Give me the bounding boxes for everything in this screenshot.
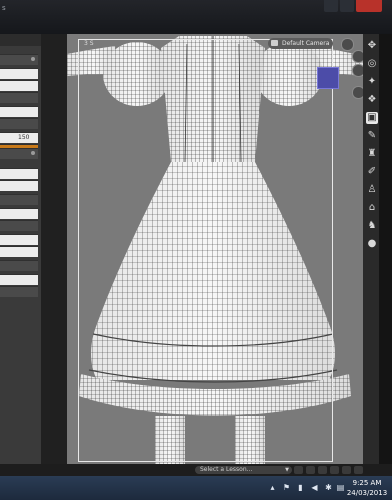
param-row[interactable] xyxy=(0,220,38,231)
light-tool-icon[interactable]: ♞ xyxy=(366,220,378,232)
param-row[interactable] xyxy=(0,260,38,271)
window-edge xyxy=(379,34,392,464)
region-navigator-icon[interactable]: ✎ xyxy=(366,130,378,142)
minimize-button[interactable] xyxy=(324,0,338,12)
param-row[interactable] xyxy=(0,92,38,103)
viewport-3d[interactable]: 3 S Default Camera xyxy=(67,34,365,464)
param-field[interactable] xyxy=(0,80,38,91)
lesson-back-button[interactable] xyxy=(306,466,315,474)
windows-taskbar: ▴ ⚑ ▮ ◀ ✱ ▤ 9:25 AM 24/03/2013 xyxy=(0,476,392,500)
view-cube-icon[interactable] xyxy=(317,67,339,89)
param-row[interactable] xyxy=(0,54,38,65)
lesson-prev-button[interactable] xyxy=(294,466,303,474)
orbit-control-icon[interactable] xyxy=(341,38,354,51)
node-weight-icon[interactable]: ❖ xyxy=(366,94,378,106)
param-row[interactable] xyxy=(0,194,38,205)
universal-tool-icon[interactable]: ✥ xyxy=(366,40,378,52)
chevron-down-icon: ▼ xyxy=(285,467,289,473)
devices-icon[interactable]: ▮ xyxy=(296,483,305,492)
figure-tool-icon[interactable]: ♜ xyxy=(366,148,378,160)
show-hidden-icons-icon[interactable]: ▴ xyxy=(268,483,277,492)
volume-icon[interactable]: ◀ xyxy=(310,483,319,492)
param-row[interactable] xyxy=(0,286,38,297)
clock-time: 9:25 AM xyxy=(352,479,382,487)
param-field[interactable] xyxy=(0,234,38,245)
camera-selector[interactable]: Default Camera xyxy=(268,38,334,49)
app-title-bar: s xyxy=(0,0,392,34)
param-field[interactable] xyxy=(0,68,38,79)
viewport-label: 3 S xyxy=(84,40,94,47)
tool-toolbar: ✥ ◎ ✦ ❖ ▣ ✎ ♜ ✐ ♙ ⌂ ♞ ● xyxy=(363,34,379,464)
close-button[interactable] xyxy=(356,0,382,12)
lesson-bar: Select a Lesson... ▼ xyxy=(0,464,392,476)
param-field[interactable] xyxy=(0,168,38,179)
parameters-panel: 150 xyxy=(0,34,42,464)
window-title: s xyxy=(2,4,6,12)
param-field[interactable] xyxy=(0,106,38,117)
clock-date: 24/03/2013 xyxy=(346,489,388,497)
dress-wireframe-mesh xyxy=(67,36,363,464)
param-field[interactable] xyxy=(0,246,38,257)
camera-label: Default Camera xyxy=(282,40,330,47)
geometry-editor-icon[interactable]: ✐ xyxy=(366,166,378,178)
lesson-end-button[interactable] xyxy=(342,466,351,474)
param-field[interactable] xyxy=(0,208,38,219)
panel-divider[interactable] xyxy=(41,34,67,464)
lesson-next-button[interactable] xyxy=(330,466,339,474)
surface-selection-icon[interactable]: ▣ xyxy=(366,112,378,124)
maximize-button[interactable] xyxy=(340,0,354,12)
lesson-play-button[interactable] xyxy=(318,466,327,474)
bluetooth-icon[interactable]: ✱ xyxy=(324,483,333,492)
param-row[interactable] xyxy=(0,148,38,159)
param-dot-icon xyxy=(31,57,35,61)
param-slider[interactable]: 150 xyxy=(0,132,38,143)
param-row[interactable] xyxy=(0,118,38,129)
system-clock[interactable]: 9:25 AM 24/03/2013 xyxy=(344,478,390,498)
action-center-flag-icon[interactable]: ⚑ xyxy=(282,483,291,492)
param-field[interactable] xyxy=(0,274,38,285)
lesson-options-button[interactable] xyxy=(354,466,363,474)
camera-tool-icon[interactable]: ⌂ xyxy=(366,202,378,214)
spotlight-tool-icon[interactable]: ♙ xyxy=(366,184,378,196)
camera-icon xyxy=(271,40,278,46)
sphere-tool-icon[interactable]: ● xyxy=(366,238,378,250)
joint-editor-icon[interactable]: ✦ xyxy=(366,76,378,88)
lesson-select[interactable]: Select a Lesson... ▼ xyxy=(195,466,292,474)
lesson-select-label: Select a Lesson... xyxy=(200,466,253,473)
panel-header xyxy=(0,34,41,46)
param-value: 150 xyxy=(18,134,30,141)
param-field[interactable] xyxy=(0,180,38,191)
param-dot-icon xyxy=(31,151,35,155)
pose-tool-icon[interactable]: ◎ xyxy=(366,58,378,70)
